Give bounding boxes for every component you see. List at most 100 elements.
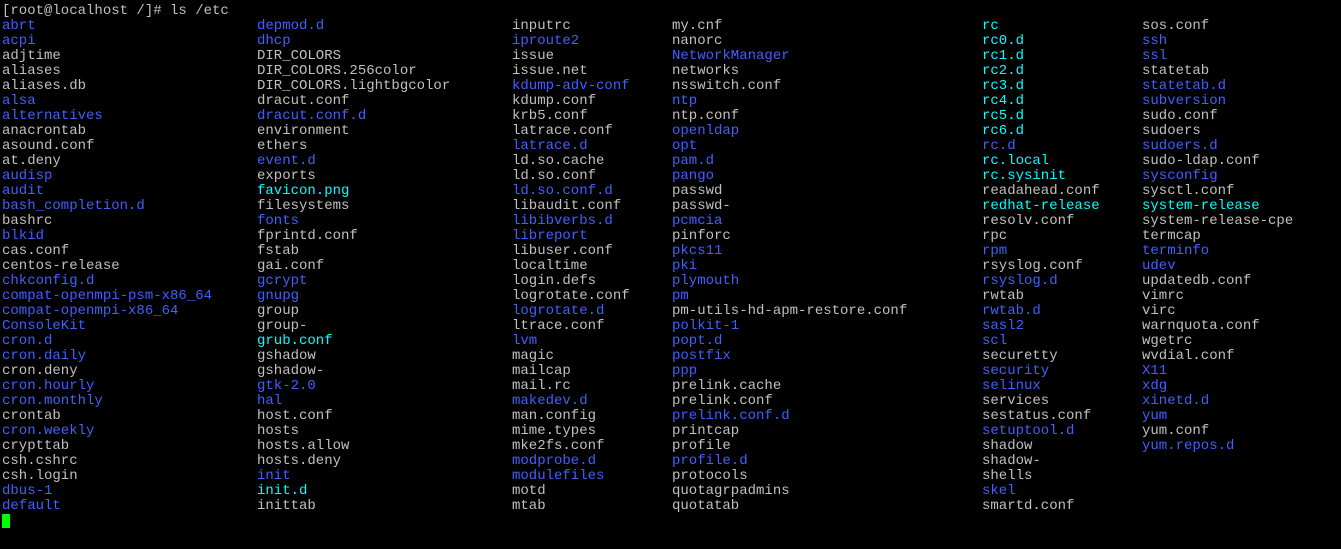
ls-entry: yum.repos.d: [1142, 439, 1341, 454]
ls-entry: redhat-release: [982, 199, 1142, 214]
ls-entry: NetworkManager: [672, 49, 982, 64]
ls-entry: gcrypt: [257, 274, 512, 289]
ls-entry: crypttab: [2, 439, 257, 454]
ls-entry: ssl: [1142, 49, 1341, 64]
ls-entry: dhcp: [257, 34, 512, 49]
ls-entry: ld.so.conf.d: [512, 184, 672, 199]
ls-entry: printcap: [672, 424, 982, 439]
ls-row: defaultinittabmtabquotatabsmartd.conf: [2, 499, 1341, 514]
ls-entry: DIR_COLORS: [257, 49, 512, 64]
ls-row: csh.logininitmodulefilesprotocolsshells: [2, 469, 1341, 484]
ls-entry: dbus-1: [2, 484, 257, 499]
ls-entry: ethers: [257, 139, 512, 154]
ls-entry: default: [2, 499, 257, 514]
ls-entry: warnquota.conf: [1142, 319, 1341, 334]
ls-row: csh.cshrchosts.denymodprobe.dprofile.dsh…: [2, 454, 1341, 469]
ls-entry: sasl2: [982, 319, 1142, 334]
ls-entry: X11: [1142, 364, 1341, 379]
ls-entry: protocols: [672, 469, 982, 484]
ls-entry: aliases.db: [2, 79, 257, 94]
ls-entry: mtab: [512, 499, 672, 514]
ls-entry: localtime: [512, 259, 672, 274]
ls-entry: prelink.conf.d: [672, 409, 982, 424]
ls-entry: csh.cshrc: [2, 454, 257, 469]
ls-entry: issue: [512, 49, 672, 64]
ls-entry: rc6.d: [982, 124, 1142, 139]
ls-row: audispexportsld.so.confpangorc.sysinitsy…: [2, 169, 1341, 184]
ls-entry: securetty: [982, 349, 1142, 364]
ls-entry: security: [982, 364, 1142, 379]
ls-entry: profile: [672, 439, 982, 454]
ls-entry: latrace.conf: [512, 124, 672, 139]
terminal[interactable]: [root@localhost /]# ls /etc abrtdepmod.d…: [0, 0, 1341, 533]
ls-entry: rc3.d: [982, 79, 1142, 94]
ls-entry: kdump-adv-conf: [512, 79, 672, 94]
ls-entry: sudo-ldap.conf: [1142, 154, 1341, 169]
ls-entry: readahead.conf: [982, 184, 1142, 199]
ls-row: centos-releasegai.conflocaltimepkirsyslo…: [2, 259, 1341, 274]
ls-entry: rc.d: [982, 139, 1142, 154]
ls-entry: gtk-2.0: [257, 379, 512, 394]
ls-entry: hosts: [257, 424, 512, 439]
ls-entry: popt.d: [672, 334, 982, 349]
ls-entry: libuser.conf: [512, 244, 672, 259]
ls-entry: adjtime: [2, 49, 257, 64]
ls-entry: updatedb.conf: [1142, 274, 1341, 289]
ls-entry: csh.login: [2, 469, 257, 484]
ls-entry: rsyslog.d: [982, 274, 1142, 289]
ls-entry: rc0.d: [982, 34, 1142, 49]
ls-entry: inittab: [257, 499, 512, 514]
ls-row: cas.conffstablibuser.confpkcs11rpmtermin…: [2, 244, 1341, 259]
ls-entry: rpm: [982, 244, 1142, 259]
ls-entry: scl: [982, 334, 1142, 349]
ls-entry: DIR_COLORS.lightbgcolor: [257, 79, 512, 94]
ls-row: adjtimeDIR_COLORSissueNetworkManagerrc1.…: [2, 49, 1341, 64]
ls-entry: quotagrpadmins: [672, 484, 982, 499]
ls-row: chkconfig.dgcryptlogin.defsplymouthrsysl…: [2, 274, 1341, 289]
ls-entry: event.d: [257, 154, 512, 169]
ls-row: bash_completion.dfilesystemslibaudit.con…: [2, 199, 1341, 214]
ls-entry: kdump.conf: [512, 94, 672, 109]
ls-entry: nanorc: [672, 34, 982, 49]
ls-entry: passwd-: [672, 199, 982, 214]
ls-entry: shadow: [982, 439, 1142, 454]
ls-entry: hosts.deny: [257, 454, 512, 469]
ls-entry: passwd: [672, 184, 982, 199]
ls-entry: opt: [672, 139, 982, 154]
ls-entry: pkcs11: [672, 244, 982, 259]
ls-entry: DIR_COLORS.256color: [257, 64, 512, 79]
ls-entry: alternatives: [2, 109, 257, 124]
ls-entry: compat-openmpi-x86_64: [2, 304, 257, 319]
ls-row: ConsoleKitgroup-ltrace.confpolkit-1sasl2…: [2, 319, 1341, 334]
ls-entry: cron.weekly: [2, 424, 257, 439]
ls-entry: host.conf: [257, 409, 512, 424]
ls-entry: krb5.conf: [512, 109, 672, 124]
ls-entry: man.config: [512, 409, 672, 424]
ls-row: anacrontabenvironmentlatrace.confopenlda…: [2, 124, 1341, 139]
ls-entry: vimrc: [1142, 289, 1341, 304]
ls-entry: skel: [982, 484, 1142, 499]
ls-row: aliases.dbDIR_COLORS.lightbgcolorkdump-a…: [2, 79, 1341, 94]
ls-entry: rpc: [982, 229, 1142, 244]
ls-entry: grub.conf: [257, 334, 512, 349]
ls-entry: rc: [982, 19, 1142, 34]
ls-entry: shells: [982, 469, 1142, 484]
ls-entry: centos-release: [2, 259, 257, 274]
ls-entry: fprintd.conf: [257, 229, 512, 244]
ls-entry: system-release: [1142, 199, 1341, 214]
ls-entry: hal: [257, 394, 512, 409]
ls-entry: sudoers: [1142, 124, 1341, 139]
ls-entry: sudo.conf: [1142, 109, 1341, 124]
ls-entry: prelink.conf: [672, 394, 982, 409]
ls-row: cron.hourlygtk-2.0mail.rcprelink.cachese…: [2, 379, 1341, 394]
ls-entry: issue.net: [512, 64, 672, 79]
ls-entry: hosts.allow: [257, 439, 512, 454]
ls-row: cron.dailygshadowmagicpostfixsecurettywv…: [2, 349, 1341, 364]
ls-row: cron.monthlyhalmakedev.dprelink.confserv…: [2, 394, 1341, 409]
ls-entry: yum.conf: [1142, 424, 1341, 439]
ls-entry: ntp.conf: [672, 109, 982, 124]
ls-entry: xdg: [1142, 379, 1341, 394]
ls-entry: cron.d: [2, 334, 257, 349]
ls-entry: rwtab: [982, 289, 1142, 304]
ls-entry: compat-openmpi-psm-x86_64: [2, 289, 257, 304]
